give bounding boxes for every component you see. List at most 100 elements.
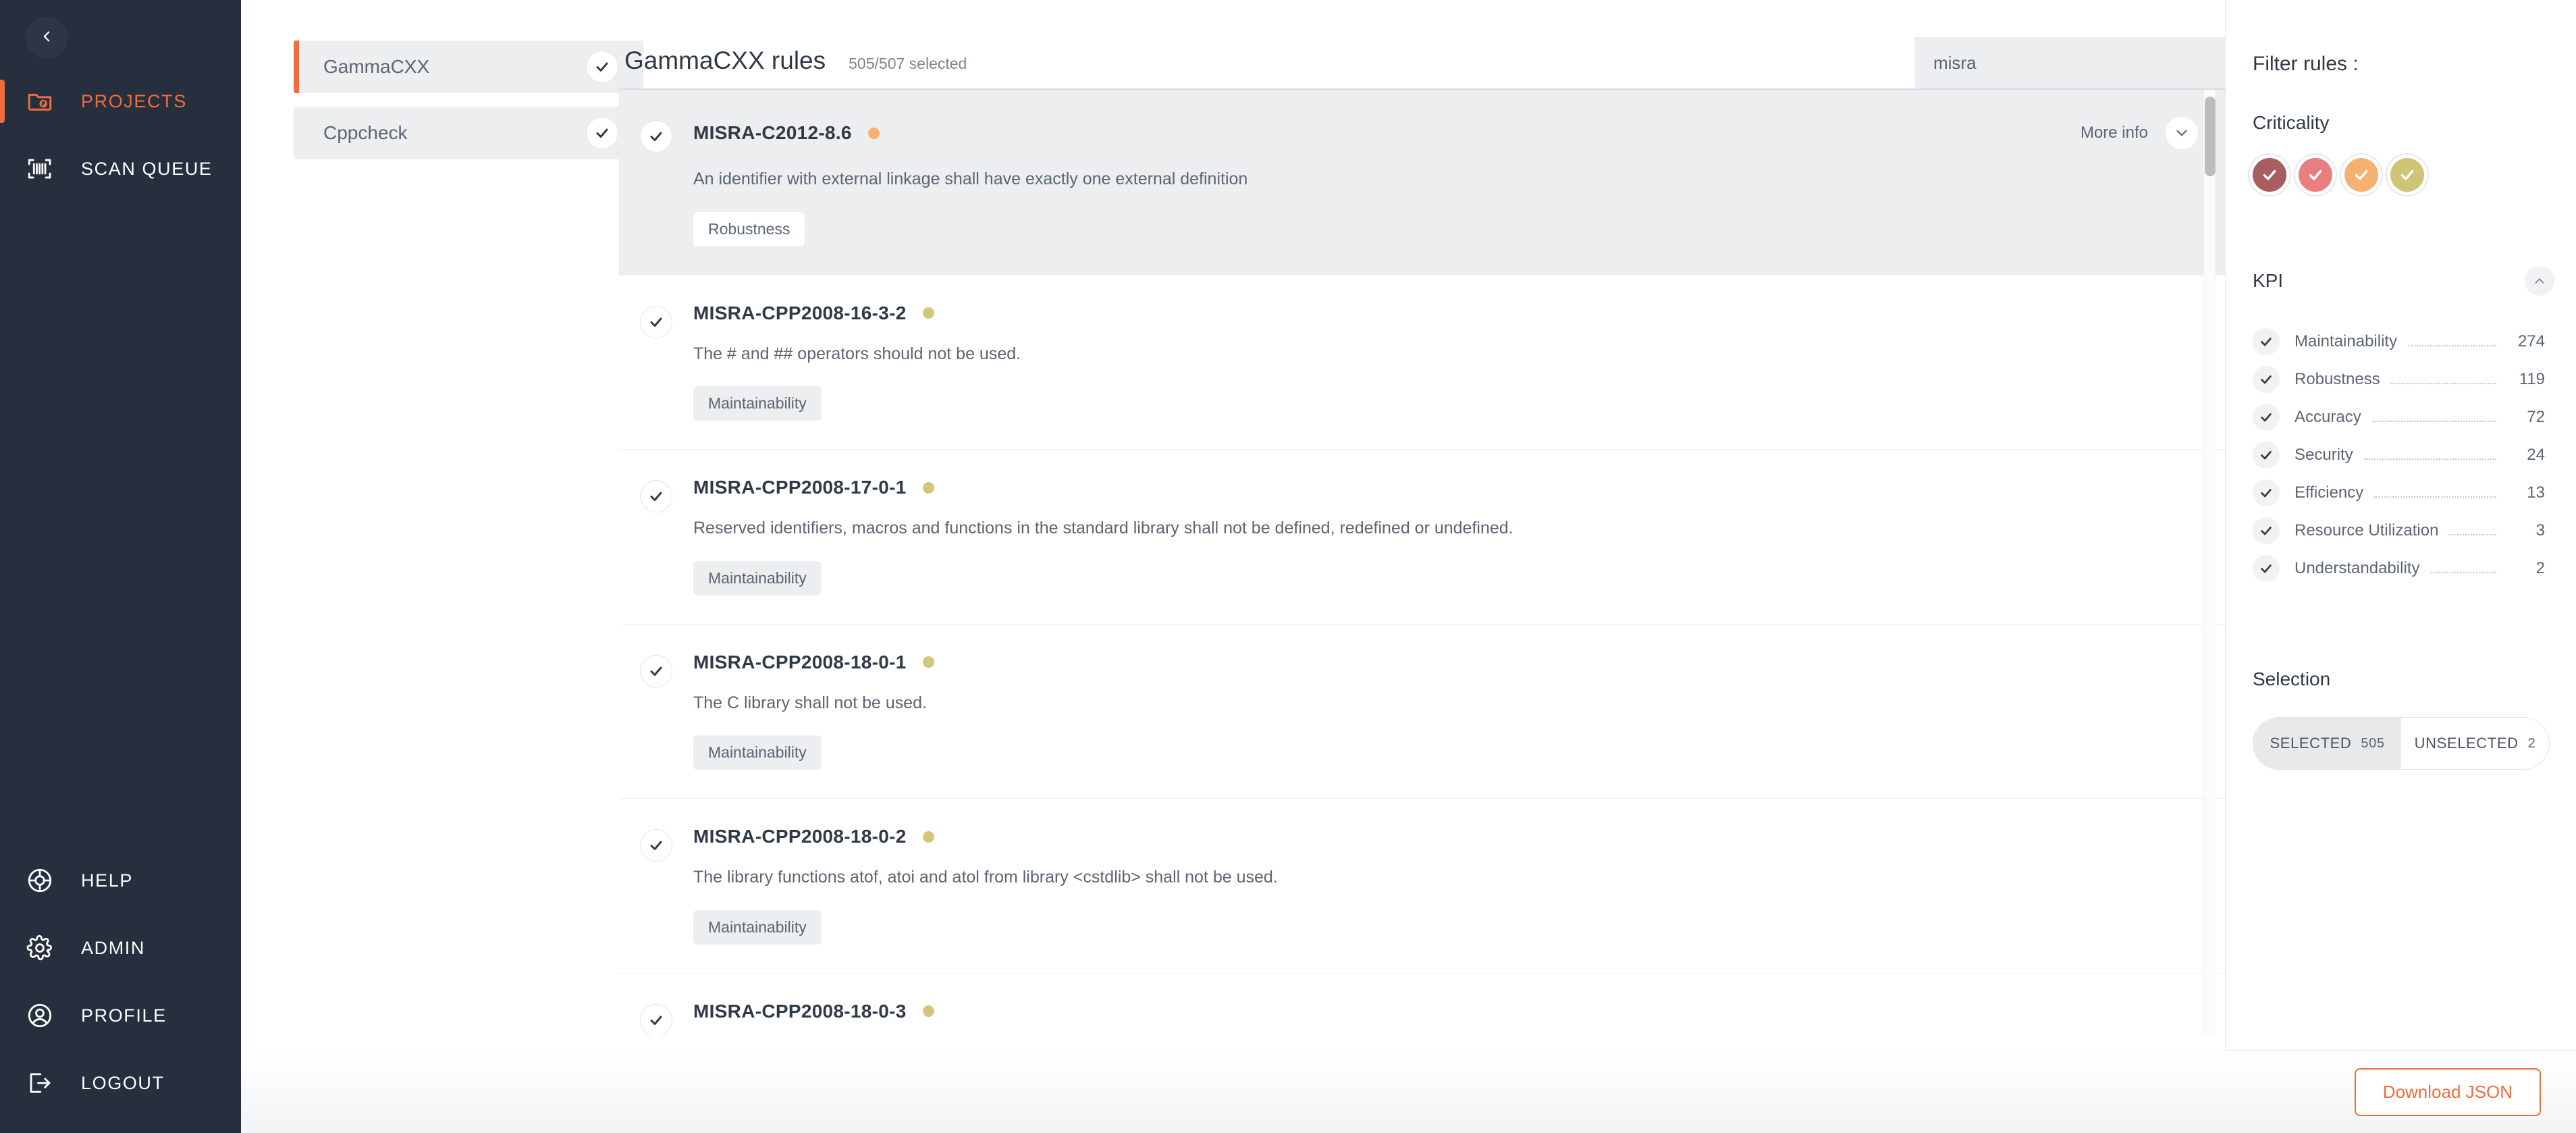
- check-icon[interactable]: [641, 306, 672, 338]
- rule-checkbox[interactable]: [619, 302, 693, 421]
- kpi-row[interactable]: Security 24: [2253, 436, 2545, 474]
- kpi-value: 13: [2527, 483, 2545, 502]
- rule-checkbox[interactable]: [619, 652, 693, 770]
- check-icon: [2263, 169, 2276, 180]
- sidebar-item-help[interactable]: HELP: [0, 847, 241, 914]
- criticality-chip-1[interactable]: [2253, 158, 2286, 192]
- project-item-cppcheck[interactable]: Cppcheck: [294, 107, 643, 159]
- kpi-name: Accuracy: [2295, 408, 2361, 426]
- rule-card[interactable]: MISRA-C2012-8.6 More info An identifier …: [619, 90, 2225, 275]
- criticality-dot: [922, 307, 934, 319]
- kpi-row[interactable]: Understandability 2: [2253, 550, 2545, 587]
- project-name: Cppcheck: [323, 122, 408, 143]
- kpi-value: 72: [2527, 408, 2545, 426]
- chevron-up-icon[interactable]: [2525, 266, 2554, 296]
- rule-checkbox[interactable]: [619, 477, 693, 596]
- rules-list[interactable]: MISRA-C2012-8.6 More info An identifier …: [619, 90, 2225, 1035]
- check-icon[interactable]: [641, 830, 672, 861]
- criticality-dot: [922, 481, 934, 494]
- rule-id: MISRA-CPP2008-18-0-3: [693, 1000, 907, 1022]
- rule-card[interactable]: MISRA-CPP2008-17-0-1 Reserved identifier…: [619, 450, 2225, 625]
- check-icon[interactable]: [641, 655, 672, 687]
- rule-kpi-tag: Maintainability: [693, 735, 822, 770]
- kpi-row[interactable]: Resource Utilization 3: [2253, 512, 2545, 550]
- sidebar-item-label: PROFILE: [81, 1005, 167, 1026]
- check-icon[interactable]: [641, 121, 672, 152]
- kpi-value: 119: [2519, 370, 2545, 388]
- rule-card[interactable]: MISRA-CPP2008-16-3-2 The # and ## operat…: [619, 275, 2225, 450]
- rule-id: MISRA-C2012-8.6: [693, 122, 852, 143]
- rule-card[interactable]: MISRA-CPP2008-18-0-2 The library functio…: [619, 799, 2225, 974]
- sidebar-item-scan-queue[interactable]: SCAN QUEUE: [0, 135, 241, 203]
- kpi-section: KPI Maintainability 274 Robustness 119 A…: [2253, 266, 2554, 587]
- check-icon[interactable]: [641, 1004, 672, 1035]
- sidebar-collapse-button[interactable]: [26, 17, 68, 59]
- check-icon[interactable]: [2253, 404, 2280, 431]
- rule-id: MISRA-CPP2008-18-0-2: [693, 826, 907, 847]
- rule-body: MISRA-CPP2008-18-0-3: [693, 1001, 2225, 1036]
- selection-tab-label: SELECTED: [2270, 735, 2352, 752]
- criticality-chip-2[interactable]: [2299, 158, 2332, 192]
- kpi-dotted-leader: [2374, 488, 2496, 498]
- sidebar-item-profile[interactable]: PROFILE: [0, 982, 241, 1049]
- rule-checkbox[interactable]: [619, 826, 693, 945]
- kpi-label: KPI: [2253, 270, 2284, 291]
- gear-icon: [26, 934, 68, 962]
- more-info-label[interactable]: More info: [2081, 124, 2148, 142]
- selection-section: Selection SELECTED 505 UNSELECTED 2: [2253, 668, 2550, 770]
- download-json-button[interactable]: Download JSON: [2354, 1068, 2541, 1116]
- check-icon[interactable]: [587, 51, 618, 82]
- criticality-dot: [922, 1005, 934, 1017]
- kpi-dotted-leader: [2390, 375, 2496, 384]
- check-icon[interactable]: [2253, 442, 2280, 469]
- left-sidebar: PROJECTS SCAN QUEUE HELP ADMIN PROFILE L…: [0, 0, 241, 1133]
- scrollbar-thumb[interactable]: [2205, 97, 2216, 176]
- chevron-down-icon[interactable]: [2166, 117, 2198, 149]
- criticality-dot: [922, 656, 934, 668]
- rule-checkbox[interactable]: [619, 117, 693, 246]
- criticality-chip-4[interactable]: [2390, 158, 2424, 192]
- rule-kpi-tag: Maintainability: [693, 386, 822, 421]
- rules-column: GammaCXX rules 505/507 selected misra MI…: [619, 0, 2225, 1133]
- kpi-name: Security: [2295, 446, 2353, 464]
- lifebuoy-icon: [26, 866, 68, 895]
- rule-card[interactable]: MISRA-CPP2008-18-0-1 The C library shall…: [619, 625, 2225, 799]
- criticality-chips: [2253, 158, 2545, 192]
- rule-body: MISRA-C2012-8.6 More info An identifier …: [693, 117, 2225, 246]
- selection-tab-unselected[interactable]: UNSELECTED 2: [2401, 718, 2549, 769]
- rule-top-row: MISRA-CPP2008-18-0-2: [693, 826, 2198, 847]
- rule-top-row: MISRA-CPP2008-18-0-3: [693, 1001, 2198, 1022]
- project-item-gammacxx[interactable]: GammaCXX: [294, 41, 643, 93]
- criticality-chip-3[interactable]: [2344, 158, 2378, 192]
- rule-body: MISRA-CPP2008-17-0-1 Reserved identifier…: [693, 477, 2225, 596]
- rule-body: MISRA-CPP2008-18-0-2 The library functio…: [693, 826, 2225, 945]
- sidebar-item-admin[interactable]: ADMIN: [0, 914, 241, 982]
- check-icon[interactable]: [2253, 555, 2280, 582]
- sidebar-item-projects[interactable]: PROJECTS: [0, 68, 241, 135]
- check-icon[interactable]: [641, 481, 672, 512]
- rule-body: MISRA-CPP2008-18-0-1 The C library shall…: [693, 652, 2225, 770]
- kpi-row[interactable]: Robustness 119: [2253, 361, 2545, 398]
- kpi-row[interactable]: Efficiency 13: [2253, 474, 2545, 512]
- check-icon[interactable]: [2253, 328, 2280, 355]
- kpi-row[interactable]: Maintainability 274: [2253, 323, 2545, 361]
- kpi-row[interactable]: Accuracy 72: [2253, 398, 2545, 436]
- rule-card[interactable]: MISRA-CPP2008-18-0-3: [619, 974, 2225, 1036]
- check-icon[interactable]: [587, 117, 618, 149]
- check-icon[interactable]: [2253, 366, 2280, 393]
- check-icon[interactable]: [2253, 517, 2280, 544]
- sidebar-nav-bottom: HELP ADMIN PROFILE LOGOUT: [0, 847, 241, 1133]
- selection-tab-count: 2: [2527, 735, 2536, 751]
- rules-scrollbar[interactable]: [2203, 90, 2216, 1035]
- logout-icon: [26, 1069, 68, 1097]
- rule-body: MISRA-CPP2008-16-3-2 The # and ## operat…: [693, 302, 2225, 421]
- rule-kpi-tag: Maintainability: [693, 560, 822, 596]
- search-input[interactable]: [1914, 37, 2225, 90]
- rule-description: The # and ## operators should not be use…: [693, 344, 1021, 363]
- criticality-section: Criticality: [2253, 112, 2545, 192]
- sidebar-item-logout[interactable]: LOGOUT: [0, 1049, 241, 1117]
- selection-tab-selected[interactable]: SELECTED 505: [2253, 718, 2401, 769]
- check-icon[interactable]: [2253, 479, 2280, 506]
- filter-panel-title: Filter rules :: [2253, 53, 2359, 75]
- rule-checkbox[interactable]: [619, 1001, 693, 1035]
